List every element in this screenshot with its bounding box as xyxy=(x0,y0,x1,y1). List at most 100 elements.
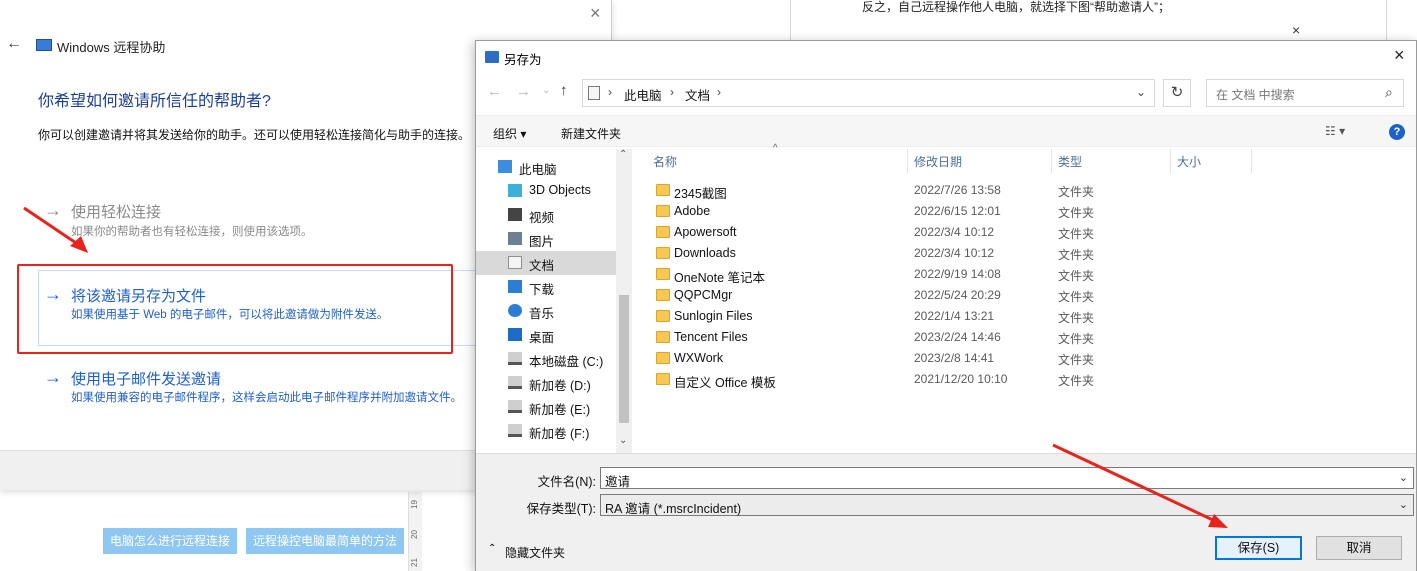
remote-assistance-icon xyxy=(36,39,52,51)
video-icon xyxy=(508,208,522,221)
column-divider[interactable] xyxy=(907,149,908,173)
column-divider[interactable] xyxy=(1170,149,1171,173)
chevron-down-icon[interactable]: ⌄ xyxy=(542,85,550,96)
nav-item-label: 图片 xyxy=(529,235,555,249)
nav-item-downloads[interactable]: 下载 xyxy=(476,275,616,299)
forward-arrow-icon[interactable]: → xyxy=(516,83,531,100)
hide-folders-toggle[interactable]: 隐藏文件夹 xyxy=(505,544,565,561)
nav-item-label: 桌面 xyxy=(529,331,555,345)
column-divider[interactable] xyxy=(1251,149,1252,173)
file-row[interactable]: Adobe 2022/6/15 12:01 文件夹 xyxy=(653,201,1353,222)
tag-link-remote-connect[interactable]: 电脑怎么进行远程连接 xyxy=(103,528,238,554)
close-icon[interactable]: × xyxy=(590,3,601,24)
file-row[interactable]: Tencent Files 2023/2/24 14:46 文件夹 xyxy=(653,327,1353,348)
back-arrow-icon[interactable]: ← xyxy=(487,83,502,100)
file-type: 文件夹 xyxy=(1058,374,1095,388)
file-name: Downloads xyxy=(674,246,736,260)
dialog-bottom-area: 文件名(N): 邀请 ⌄ 保存类型(T): RA 邀请 (*.msrcIncid… xyxy=(476,453,1416,571)
column-header-name[interactable]: 名称 xyxy=(653,153,677,170)
file-row[interactable]: WXWork 2023/2/8 14:41 文件夹 xyxy=(653,348,1353,369)
document-icon xyxy=(508,256,522,269)
nav-item-this-pc[interactable]: 此电脑 xyxy=(476,155,616,179)
chevron-down-icon[interactable]: ⌄ xyxy=(1136,85,1146,99)
file-row[interactable]: Downloads 2022/3/4 10:12 文件夹 xyxy=(653,243,1353,264)
filename-label: 文件名(N): xyxy=(537,475,596,489)
chevron-up-icon[interactable]: ⌃ xyxy=(488,543,496,554)
file-row[interactable]: Apowersoft 2022/3/4 10:12 文件夹 xyxy=(653,222,1353,243)
new-folder-button[interactable]: 新建文件夹 xyxy=(561,125,621,142)
filename-input[interactable]: 邀请 ⌄ xyxy=(600,467,1414,489)
file-row[interactable]: OneNote 笔记本 2022/9/19 14:08 文件夹 xyxy=(653,264,1353,285)
chevron-down-icon[interactable]: ⌄ xyxy=(1399,498,1408,511)
computer-icon xyxy=(498,160,512,173)
breadcrumb-documents[interactable]: 文档 xyxy=(685,85,710,104)
article-close-icon[interactable]: × xyxy=(1292,22,1300,38)
nav-item-drive-d[interactable]: 新加卷 (D:) xyxy=(476,371,616,395)
column-divider[interactable] xyxy=(1051,149,1052,173)
nav-item-videos[interactable]: 视频 xyxy=(476,203,616,227)
picture-icon xyxy=(508,232,522,245)
search-input[interactable]: 在 文档 中搜索 ⌕ xyxy=(1206,79,1404,107)
search-placeholder: 在 文档 中搜索 xyxy=(1216,88,1295,102)
nav-item-drive-c[interactable]: 本地磁盘 (C:) xyxy=(476,347,616,371)
file-name: WXWork xyxy=(674,351,724,365)
file-date: 2023/2/24 14:46 xyxy=(914,330,1001,344)
file-name: Adobe xyxy=(674,204,711,218)
scrollbar-thumb[interactable] xyxy=(619,295,629,423)
column-header-date[interactable]: 修改日期 xyxy=(914,153,962,170)
ruler-number: 19 xyxy=(409,500,419,509)
scroll-up-icon[interactable]: ⌃ xyxy=(619,149,627,160)
folder-icon xyxy=(656,352,670,364)
scroll-down-icon[interactable]: ⌄ xyxy=(619,435,627,446)
nav-item-music[interactable]: 音乐 xyxy=(476,299,616,323)
help-icon[interactable]: ? xyxy=(1389,124,1405,140)
up-arrow-icon[interactable]: ↑ xyxy=(560,82,568,99)
dialog-titlebar: 另存为 × xyxy=(476,41,1416,73)
back-arrow-icon[interactable]: ← xyxy=(6,35,22,53)
folder-icon xyxy=(656,247,670,259)
breadcrumb-separator: › xyxy=(717,85,721,99)
drive-icon xyxy=(508,400,522,413)
file-row[interactable]: 自定义 Office 模板 2021/12/20 10:10 文件夹 xyxy=(653,369,1353,390)
nav-item-documents[interactable]: 文档 xyxy=(476,251,616,275)
file-type: 文件夹 xyxy=(1058,269,1095,283)
option-email-invite[interactable]: → 使用电子邮件发送邀请 如果使用兼容的电子邮件程序，这样会启动此电子邮件程序并… xyxy=(44,367,474,407)
refresh-icon[interactable]: ↻ xyxy=(1163,79,1191,107)
nav-item-desktop[interactable]: 桌面 xyxy=(476,323,616,347)
nav-item-pictures[interactable]: 图片 xyxy=(476,227,616,251)
file-row[interactable]: QQPCMgr 2022/5/24 20:29 文件夹 xyxy=(653,285,1353,306)
column-header-size[interactable]: 大小 xyxy=(1177,153,1201,170)
column-header-type[interactable]: 类型 xyxy=(1058,153,1082,170)
close-icon[interactable]: × xyxy=(1394,45,1405,66)
file-row[interactable]: Sunlogin Files 2022/1/4 13:21 文件夹 xyxy=(653,306,1353,327)
address-bar[interactable]: › 此电脑 › 文档 › ⌄ xyxy=(582,79,1155,107)
nav-item-drive-f[interactable]: 新加卷 (F:) xyxy=(476,419,616,443)
ruler-number: 21 xyxy=(409,558,419,567)
file-type: 文件夹 xyxy=(1058,185,1095,199)
cancel-button[interactable]: 取消 xyxy=(1316,536,1402,560)
chevron-down-icon[interactable]: ⌄ xyxy=(1399,471,1408,484)
file-row[interactable]: 2345截图 2022/7/26 13:58 文件夹 xyxy=(653,180,1353,201)
nav-item-drive-e[interactable]: 新加卷 (E:) xyxy=(476,395,616,419)
file-type: 文件夹 xyxy=(1058,290,1095,304)
tag-link-remote-control[interactable]: 远程操控电脑最简单的方法 xyxy=(246,528,405,554)
page-heading: 你希望如何邀请所信任的帮助者? xyxy=(38,93,271,110)
view-options-icon[interactable]: ☷ ▾ xyxy=(1325,124,1345,138)
breadcrumb-this-pc[interactable]: 此电脑 xyxy=(624,85,662,104)
nav-item-label: 下载 xyxy=(529,283,555,297)
file-name: Sunlogin Files xyxy=(674,309,753,323)
filetype-value: RA 邀请 (*.msrcIncident) xyxy=(605,502,742,516)
nav-item-label: 视频 xyxy=(529,211,555,225)
organize-menu[interactable]: 组织 ▾ xyxy=(493,125,526,142)
drive-icon xyxy=(508,424,522,437)
filetype-select[interactable]: RA 邀请 (*.msrcIncident) ⌄ xyxy=(600,494,1414,516)
folder-icon xyxy=(656,289,670,301)
arrow-right-icon: → xyxy=(44,367,62,387)
file-name: 2345截图 xyxy=(674,187,727,201)
page-ruler: 19 20 21 xyxy=(408,492,422,571)
nav-item-3d-objects[interactable]: 3D Objects xyxy=(476,179,616,203)
save-button[interactable]: 保存(S) xyxy=(1215,536,1302,560)
file-date: 2022/3/4 10:12 xyxy=(914,225,995,239)
folder-icon xyxy=(656,268,670,280)
option-easy-connect[interactable]: → 使用轻松连接 如果你的帮助者也有轻松连接，则使用该选项。 xyxy=(44,200,464,240)
